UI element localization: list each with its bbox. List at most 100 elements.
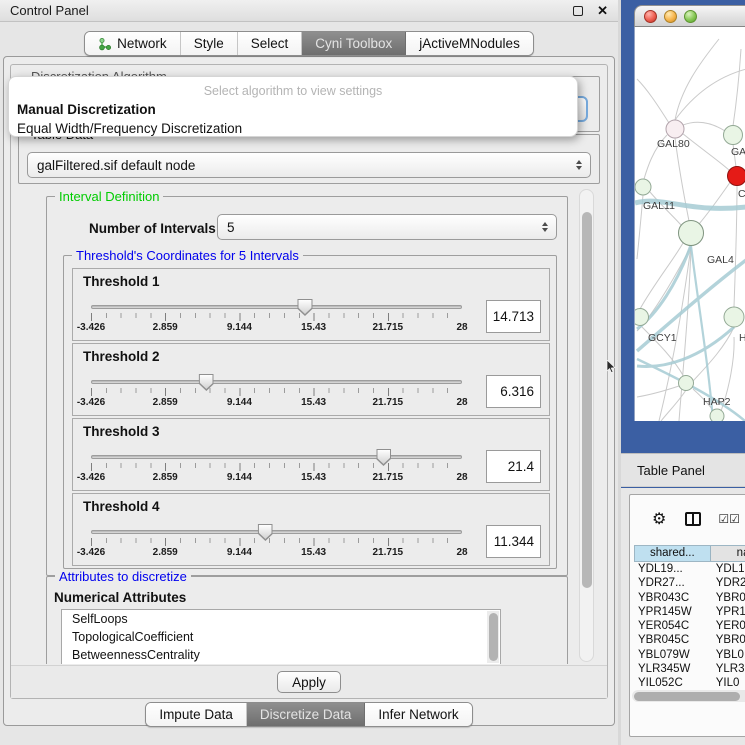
tab-cyni-toolbox[interactable]: Cyni Toolbox (302, 32, 406, 55)
table-panel-body: ⚙ ☑☑ shared... na YDL19...YDL1 YDR27...Y… (621, 488, 745, 745)
table-data-combo[interactable]: galFiltered.sif default node (27, 152, 591, 178)
node-label: GCY1 (648, 332, 677, 344)
node-h[interactable] (724, 307, 744, 327)
table-row[interactable]: YLR345WYLR3 (634, 662, 745, 676)
node-gcy1[interactable] (635, 309, 649, 326)
threshold-label: Threshold 3 (83, 424, 160, 439)
node-label: GA (731, 146, 745, 158)
node-gal80[interactable] (666, 120, 684, 138)
scrollbar-thumb[interactable] (634, 692, 740, 701)
table-row[interactable]: YPR145WYPR1 (634, 605, 745, 619)
node-label: GAL4 (707, 254, 734, 266)
table-row[interactable]: YBR045CYBR0 (634, 633, 745, 647)
float-window-icon[interactable] (573, 6, 583, 16)
threshold-panel: Threshold 4 -3.4262.8599.14415.4321.7152… (72, 493, 550, 566)
node-label: HAP2 (703, 396, 731, 408)
node-bottom[interactable] (710, 409, 724, 421)
threshold-panel: Threshold 1 -3.4262.8599.14415.4321.7152… (72, 268, 550, 341)
checked-checkboxes-icon[interactable]: ☑☑ (718, 512, 740, 526)
threshold-label: Threshold 2 (83, 349, 160, 364)
scrollbar-thumb[interactable] (582, 212, 592, 588)
settings-scroll-area: Interval Definition Number of Intervals … (13, 188, 604, 664)
apply-row: Apply (11, 665, 607, 698)
threshold-slider[interactable]: -3.4262.8599.14415.4321.71528 (83, 368, 486, 414)
slider-track[interactable] (91, 455, 462, 459)
node-hap2[interactable] (679, 376, 694, 391)
numerical-attributes-list[interactable]: SelfLoops TopologicalCoefficient Between… (61, 609, 501, 664)
top-tab-bar: Network Style Select Cyni Toolbox jActiv… (0, 31, 618, 56)
combo-arrows-icon (542, 222, 548, 232)
threshold-slider[interactable]: -3.4262.8599.14415.4321.71528 (83, 443, 486, 489)
tab-discretize-data[interactable]: Discretize Data (247, 703, 366, 726)
column-header-name[interactable]: na (711, 546, 745, 561)
slider-track[interactable] (91, 305, 462, 309)
table-panel-title: Table Panel (637, 463, 705, 478)
slider-scale-labels: -3.4262.8599.14415.4321.71528 (91, 547, 462, 560)
threshold-value-box[interactable]: 11.344 (486, 525, 541, 558)
node-label: H (739, 332, 745, 344)
node-gal11[interactable] (635, 179, 651, 195)
list-scrollbar[interactable] (487, 611, 499, 663)
network-canvas[interactable]: GAL80 GA C GAL11 GAL4 GCY1 H HAP2 (634, 27, 745, 421)
control-panel-titlebar: Control Panel ✕ (0, 0, 618, 22)
attributes-group: Attributes to discretize Numerical Attri… (46, 576, 568, 664)
mouse-cursor (606, 360, 617, 374)
dropdown-option-manual[interactable]: Manual Discretization (9, 100, 577, 119)
number-of-intervals-combo[interactable]: 5 (217, 214, 557, 240)
split-columns-icon[interactable] (685, 512, 701, 526)
list-item[interactable]: BetweennessCentrality (62, 646, 500, 664)
slider-scale-labels: -3.4262.8599.14415.4321.71528 (91, 322, 462, 335)
table-data-group: Table Data galFiltered.sif default node (18, 134, 600, 184)
tab-network[interactable]: Network (85, 32, 181, 55)
table-horizontal-scrollbar[interactable] (632, 690, 745, 702)
apply-button[interactable]: Apply (277, 671, 341, 693)
node-ga[interactable] (724, 126, 743, 145)
node-gal4[interactable] (679, 221, 704, 246)
table-card: ⚙ ☑☑ shared... na YDL19...YDL1 YDR27...Y… (629, 494, 745, 737)
dropdown-option-equal-width[interactable]: Equal Width/Frequency Discretization (9, 119, 577, 138)
tab-style[interactable]: Style (181, 32, 238, 55)
close-icon[interactable]: ✕ (597, 6, 608, 16)
table-row[interactable]: YBL079WYBL0 (634, 648, 745, 662)
table-row[interactable]: YBR043CYBR0 (634, 591, 745, 605)
threshold-slider[interactable]: -3.4262.8599.14415.4321.71528 (83, 293, 486, 339)
table-row[interactable]: YIL052CYIL0 (634, 676, 745, 686)
tab-select[interactable]: Select (238, 32, 303, 55)
slider-major-ticks (91, 388, 462, 396)
group-title: Attributes to discretize (55, 569, 191, 584)
minimize-traffic-light-icon[interactable] (664, 10, 677, 23)
gear-icon[interactable]: ⚙ (652, 509, 666, 529)
table-row[interactable]: YDR27...YDR2 (634, 576, 745, 590)
combo-value: galFiltered.sif default node (37, 158, 195, 173)
node-red-selected[interactable] (728, 167, 745, 186)
threshold-label: Threshold 1 (83, 274, 160, 289)
slider-track[interactable] (91, 380, 462, 384)
numerical-attributes-label: Numerical Attributes (54, 590, 186, 605)
tab-impute-data[interactable]: Impute Data (146, 703, 247, 726)
column-header-shared[interactable]: shared... (635, 546, 711, 561)
settings-vertical-scrollbar[interactable] (579, 189, 594, 662)
slider-scale-labels: -3.4262.8599.14415.4321.71528 (91, 472, 462, 485)
zoom-traffic-light-icon[interactable] (684, 10, 697, 23)
slider-major-ticks (91, 313, 462, 321)
threshold-value-box[interactable]: 6.316 (486, 375, 541, 408)
close-traffic-light-icon[interactable] (644, 10, 657, 23)
tab-jactivemnodules[interactable]: jActiveMNodules (406, 32, 533, 55)
table-row[interactable]: YDL19...YDL1 (634, 562, 745, 576)
network-icon (98, 37, 112, 51)
table-row[interactable]: YER054CYER0 (634, 619, 745, 633)
thresholds-group: Threshold's Coordinates for 5 Intervals … (63, 255, 557, 569)
list-item[interactable]: SelfLoops (62, 610, 500, 628)
control-panel: Control Panel ✕ Network Style Select Cyn… (0, 0, 618, 745)
right-panel: GAL80 GA C GAL11 GAL4 GCY1 H HAP2 Table … (618, 0, 745, 745)
threshold-value-box[interactable]: 21.4 (486, 450, 541, 483)
slider-track[interactable] (91, 530, 462, 534)
threshold-label: Threshold 4 (83, 499, 160, 514)
tab-infer-network[interactable]: Infer Network (365, 703, 471, 726)
panel-title: Control Panel (10, 3, 573, 18)
threshold-panel: Threshold 2 -3.4262.8599.14415.4321.7152… (72, 343, 550, 416)
threshold-slider[interactable]: -3.4262.8599.14415.4321.71528 (83, 518, 486, 564)
list-item[interactable]: TopologicalCoefficient (62, 628, 500, 646)
threshold-value-box[interactable]: 14.713 (486, 300, 541, 333)
network-graph: GAL80 GA C GAL11 GAL4 GCY1 H HAP2 (635, 27, 745, 421)
